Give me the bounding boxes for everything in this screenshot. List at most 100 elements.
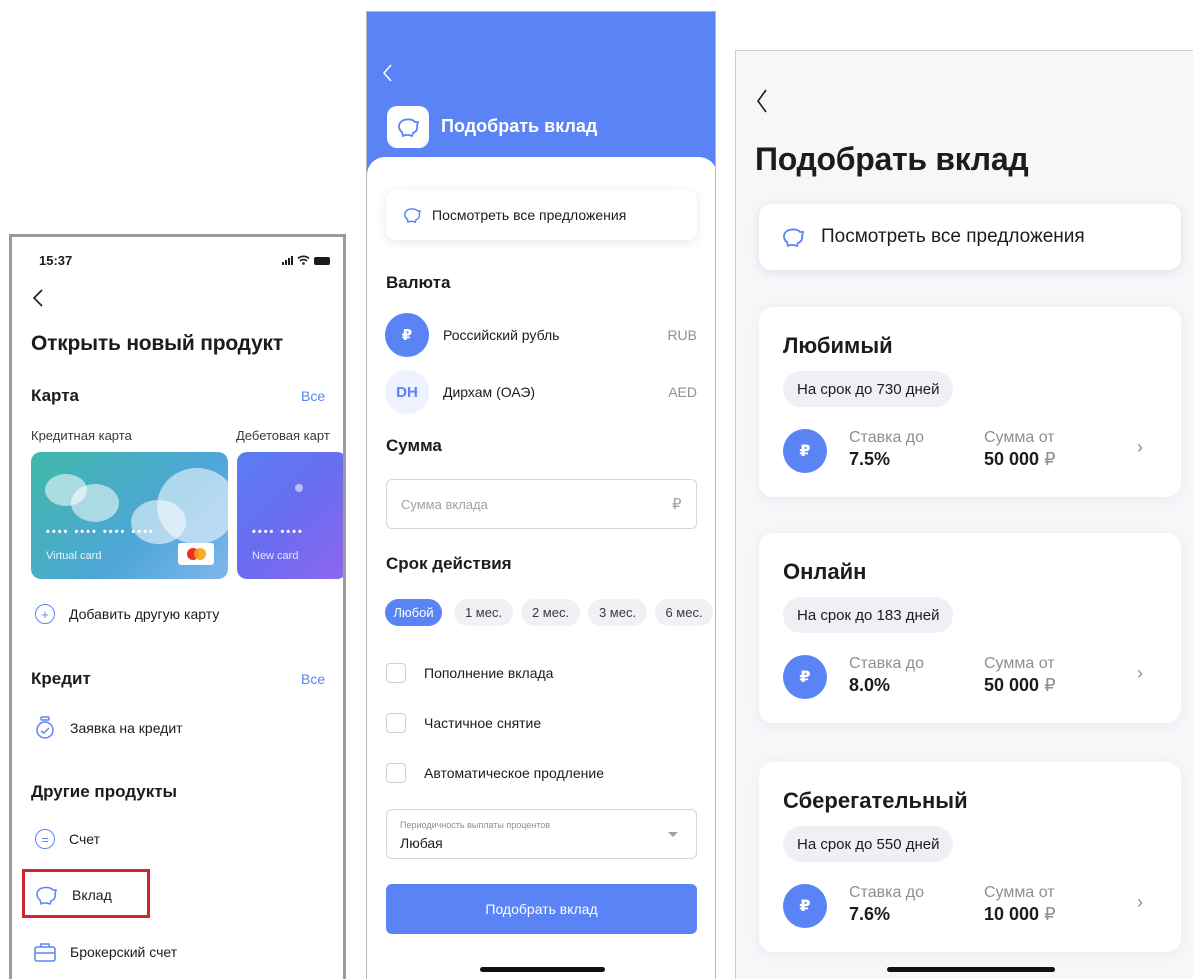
term-chip-any[interactable]: Любой	[385, 599, 442, 626]
back-chevron-icon[interactable]	[383, 64, 393, 82]
product-deposit-row[interactable]: Вклад	[34, 885, 112, 905]
product-brokerage-row[interactable]: Брокерский счет	[34, 942, 177, 962]
view-all-offers-button[interactable]: Посмотреть все предложения	[386, 190, 697, 240]
rate-label: Ставка до	[849, 429, 925, 446]
credit-card[interactable]: •••• •••• •••• •••• Virtual card	[31, 452, 228, 579]
ruble-icon: ₽	[385, 313, 429, 357]
screen-deposit-offers: Подобрать вклад Посмотреть все предложен…	[735, 50, 1193, 979]
ruble-icon: ₽	[783, 655, 827, 699]
piggy-bank-icon	[783, 228, 805, 247]
view-all-label: Посмотреть все предложения	[821, 226, 1085, 247]
checkbox-label: Пополнение вклада	[424, 665, 554, 681]
currency-label: Валюта	[386, 273, 451, 292]
offer-card[interactable]: Любимый На срок до 730 дней ₽ Ставка до …	[759, 307, 1181, 497]
debit-card-label: Дебетовая карт	[236, 428, 330, 443]
piggy-bank-app-icon	[387, 106, 429, 148]
currency-code: AED	[668, 384, 697, 400]
view-all-label: Посмотреть все предложения	[432, 207, 627, 223]
currency-symbol: ₽	[1044, 904, 1056, 924]
ruble-icon: ₽	[783, 884, 827, 928]
view-all-offers-button[interactable]: Посмотреть все предложения	[759, 204, 1181, 270]
offer-card[interactable]: Онлайн На срок до 183 дней ₽ Ставка до 8…	[759, 533, 1181, 723]
dot-decoration	[295, 484, 303, 492]
currency-symbol: ₽	[1044, 449, 1056, 469]
offer-name: Любимый	[783, 333, 893, 358]
currency-option-aed[interactable]: DH Дирхам (ОАЭ) AED	[385, 370, 697, 414]
checkbox[interactable]	[386, 713, 406, 733]
rate-value: 7.6%	[849, 904, 891, 924]
filter-panel: Посмотреть все предложения Валюта ₽ Росс…	[367, 157, 715, 979]
status-time: 15:37	[39, 253, 73, 268]
submit-button[interactable]: Подобрать вклад	[386, 884, 697, 934]
term-chip-6m[interactable]: 6 мес.	[655, 599, 713, 626]
term-chip-3m[interactable]: 3 мес.	[588, 599, 647, 626]
sum-value: 10 000 ₽	[984, 904, 1056, 925]
sum-value: 50 000 ₽	[984, 675, 1056, 696]
offer-term-badge: На срок до 550 дней	[783, 826, 954, 862]
piggy-bank-icon	[398, 118, 420, 137]
payout-select[interactable]: Периодичность выплаты процентов Любая	[386, 809, 697, 859]
cloud-decoration	[71, 484, 119, 522]
card-number-dots: •••• ••••	[252, 526, 304, 538]
sum-label: Сумма от	[984, 884, 1055, 901]
checkbox[interactable]	[386, 663, 406, 683]
credit-card-label: Кредитная карта	[31, 428, 132, 443]
checkbox[interactable]	[386, 763, 406, 783]
chevron-right-icon: ›	[1137, 663, 1143, 683]
screen-deposit-filter: Подобрать вклад Посмотреть все предложен…	[366, 11, 716, 979]
term-chip-2m[interactable]: 2 мес.	[521, 599, 580, 626]
back-chevron-icon[interactable]	[32, 289, 44, 307]
amount-placeholder: Сумма вклада	[401, 497, 488, 512]
card-name: New card	[252, 550, 299, 562]
rate-value: 8.0%	[849, 675, 891, 695]
checkbox-row[interactable]: Пополнение вклада	[386, 663, 553, 683]
currency-symbol: ₽	[1044, 675, 1056, 695]
credit-apply-row[interactable]: Заявка на кредит	[34, 716, 183, 740]
checkbox-row[interactable]: Автоматическое продление	[386, 763, 604, 783]
screen-open-product: 15:37 Открыть новый продукт Карта Все Кр…	[9, 234, 346, 979]
product-account-row[interactable]: = Счет	[35, 829, 100, 849]
debit-card[interactable]: •••• •••• New card	[237, 452, 343, 579]
card-name: Virtual card	[46, 550, 102, 562]
ruble-icon: ₽	[783, 429, 827, 473]
offer-term-badge: На срок до 730 дней	[783, 371, 954, 407]
sum-amount: 50 000	[984, 675, 1040, 695]
currency-option-rub[interactable]: ₽ Российский рубль RUB	[385, 313, 697, 357]
credit-all-link[interactable]: Все	[301, 671, 325, 687]
checkbox-label: Автоматическое продление	[424, 765, 604, 781]
dropdown-caret-icon	[668, 832, 678, 837]
sum-label: Сумма от	[984, 429, 1055, 446]
battery-icon	[314, 257, 330, 265]
currency-name: Российский рубль	[443, 327, 560, 343]
mastercard-logo-icon	[178, 543, 214, 565]
offer-card[interactable]: Сберегательный На срок до 550 дней ₽ Ста…	[759, 762, 1181, 952]
rate-label: Ставка до	[849, 884, 925, 901]
checkbox-label: Частичное снятие	[424, 715, 542, 731]
term-chip-1m[interactable]: 1 мес.	[454, 599, 513, 626]
currency-name: Дирхам (ОАЭ)	[443, 384, 536, 400]
checkbox-row[interactable]: Частичное снятие	[386, 713, 541, 733]
signal-icon	[282, 256, 293, 265]
card-number-dots: •••• •••• •••• ••••	[46, 526, 155, 538]
add-card-row[interactable]: + Добавить другую карту	[35, 604, 219, 624]
rate-label: Ставка до	[849, 655, 925, 672]
account-icon: =	[35, 829, 55, 849]
home-indicator	[887, 967, 1055, 972]
offer-name: Сберегательный	[783, 788, 968, 813]
sum-value: 50 000 ₽	[984, 449, 1056, 470]
currency-code: RUB	[667, 327, 697, 343]
piggy-bank-icon	[404, 208, 421, 223]
plus-circle-icon: +	[35, 604, 55, 624]
product-brokerage-label: Брокерский счет	[70, 944, 178, 960]
status-icons	[282, 255, 330, 265]
rate-value: 7.5%	[849, 449, 891, 469]
section-other-header: Другие продукты	[31, 782, 178, 801]
amount-input[interactable]: Сумма вклада ₽	[386, 479, 697, 529]
term-label: Срок действия	[386, 554, 512, 573]
back-chevron-icon[interactable]	[756, 89, 768, 113]
product-account-label: Счет	[69, 831, 100, 847]
piggy-bank-icon	[36, 886, 57, 905]
amount-label: Сумма	[386, 436, 442, 455]
wifi-icon	[297, 255, 310, 265]
card-all-link[interactable]: Все	[301, 388, 325, 404]
